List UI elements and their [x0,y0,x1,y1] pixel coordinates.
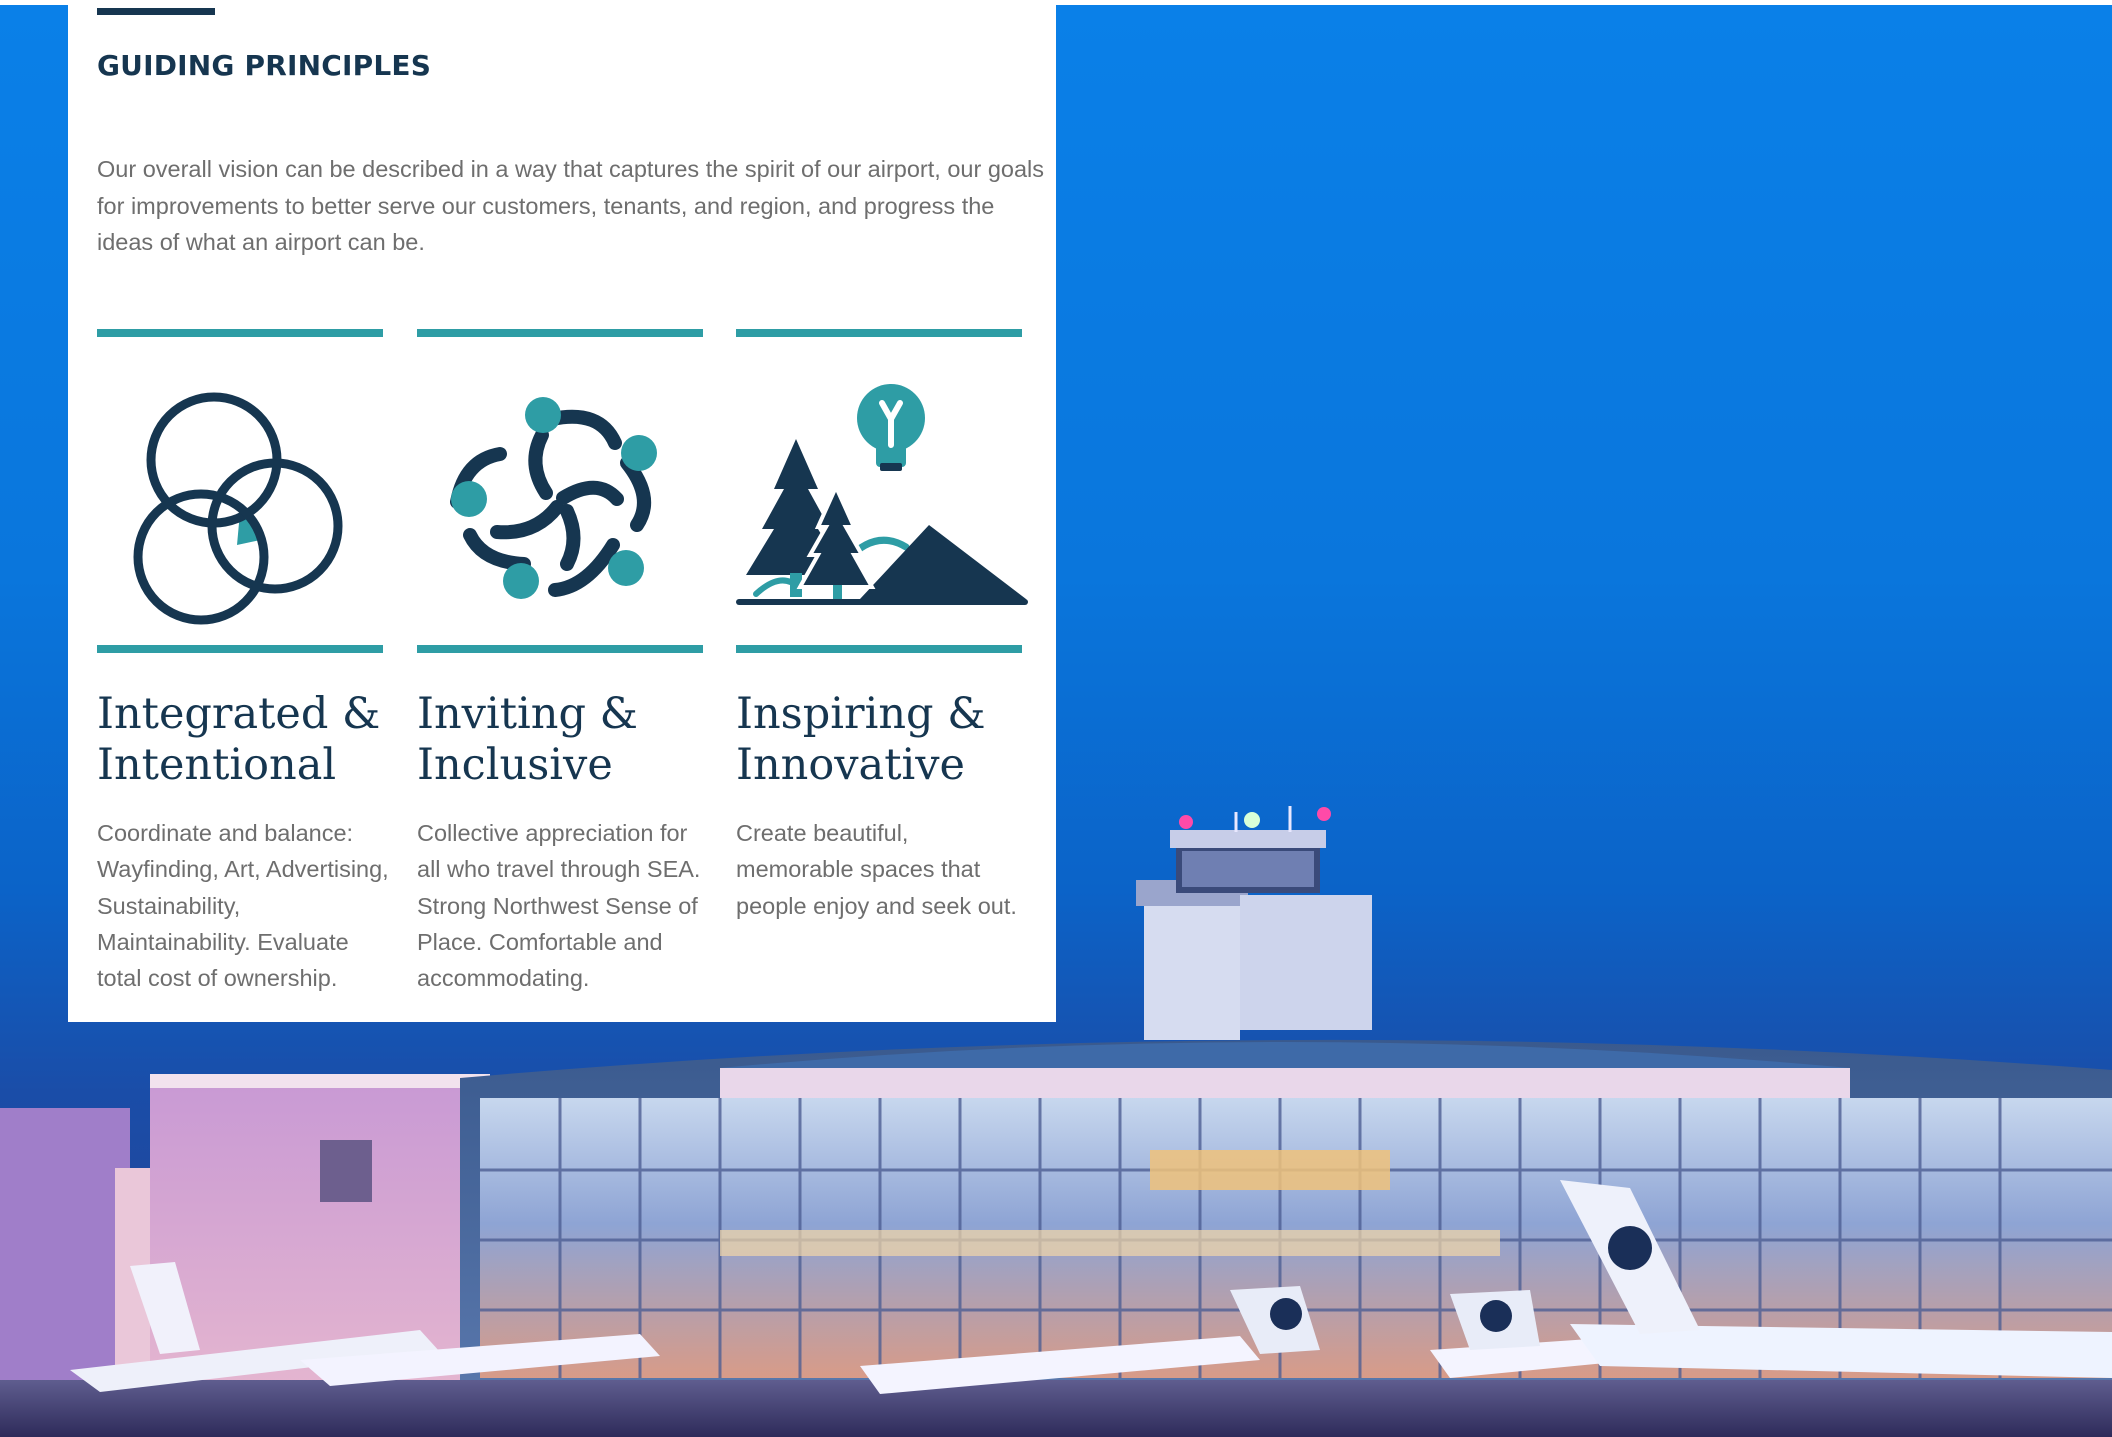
intro-paragraph: Our overall vision can be described in a… [97,156,1045,255]
control-tower [1136,806,1372,1040]
guiding-principles-card: GUIDING PRINCIPLES Our overall vision ca… [68,5,1056,1022]
column-rule-top [736,329,1022,337]
people-circle-icon [417,359,709,629]
principle-heading: Inviting & Inclusive [417,689,638,790]
principle-heading: Integrated & Intentional [97,689,381,790]
overlapping-circles-icon [97,359,389,629]
principle-description: Coordinate and balance: Wayfinding, Art,… [97,820,389,992]
column-rule-top [97,329,383,337]
trees-mountain-lightbulb-icon [736,359,1028,629]
column-rule-bottom [736,645,1022,653]
principle-heading: Inspiring & Innovative [736,689,986,790]
principle-description: Collective appreciation for all who trav… [417,820,701,992]
column-rule-top [417,329,703,337]
section-title: GUIDING PRINCIPLES [97,49,432,82]
principle-description: Create beautiful, memorable spaces that … [736,820,1017,919]
column-rule-bottom [417,645,703,653]
title-accent-bar [97,8,215,15]
column-rule-bottom [97,645,383,653]
